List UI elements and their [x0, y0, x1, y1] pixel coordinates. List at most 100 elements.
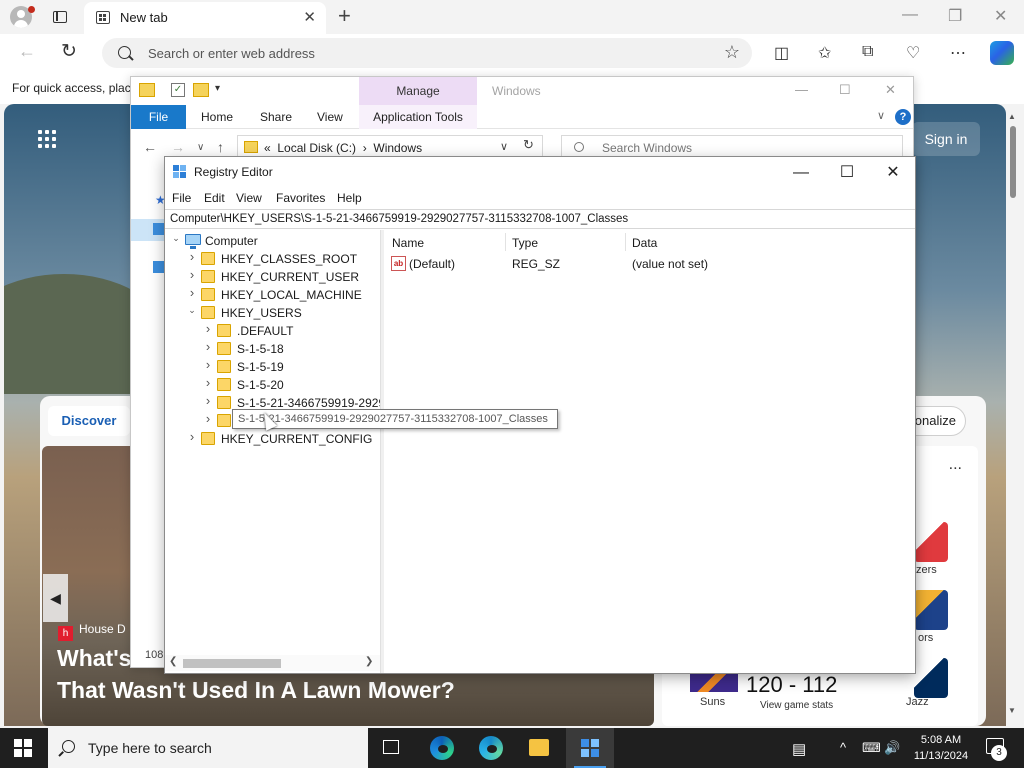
close-button[interactable]: ✕: [871, 161, 915, 185]
restore-button[interactable]: ❐: [948, 6, 962, 26]
tree-node[interactable]: › .DEFAULT: [165, 321, 380, 340]
registry-values-list[interactable]: Name Type Data ab (Default) REG_SZ (valu…: [385, 230, 915, 673]
taskbar-edge-beta[interactable]: [467, 728, 515, 768]
back-arrow-icon[interactable]: ←: [143, 139, 157, 155]
tree-node[interactable]: › S-1-5-19: [165, 357, 380, 376]
copilot-icon[interactable]: [990, 41, 1014, 65]
customize-quick-access-icon[interactable]: ▾: [215, 83, 220, 94]
chevron-right-icon[interactable]: ›: [187, 285, 197, 300]
close-button[interactable]: ✕: [885, 82, 896, 98]
tree-node[interactable]: ⌄ HKEY_USERS: [165, 304, 380, 322]
menu-edit[interactable]: Edit: [204, 191, 225, 205]
split-screen-icon[interactable]: ◫: [774, 43, 789, 63]
menu-favorites[interactable]: Favorites: [276, 191, 325, 205]
back-button[interactable]: ←: [18, 41, 36, 62]
chevron-down-icon[interactable]: ∨: [500, 140, 508, 153]
tree-node[interactable]: › HKEY_CURRENT_USER: [165, 267, 380, 286]
new-tab-button[interactable]: +: [338, 3, 351, 29]
chevron-right-icon[interactable]: ›: [187, 429, 197, 444]
tab-home[interactable]: Home: [201, 110, 233, 124]
close-button[interactable]: ✕: [994, 6, 1007, 26]
sign-in-button[interactable]: Sign in: [912, 122, 980, 156]
carousel-prev-icon[interactable]: ◀: [43, 574, 68, 622]
minimize-button[interactable]: —: [779, 161, 823, 185]
menu-file[interactable]: File: [172, 191, 191, 205]
scroll-down-icon[interactable]: ▼: [1008, 706, 1016, 715]
task-view-button[interactable]: [368, 728, 416, 768]
more-icon[interactable]: ⋯: [950, 43, 966, 63]
taskbar-registry-editor[interactable]: [566, 728, 614, 768]
chevron-down-icon[interactable]: ⌄: [187, 305, 197, 316]
favorite-star-icon[interactable]: ☆: [724, 42, 740, 63]
scroll-left-icon[interactable]: ❮: [169, 656, 177, 667]
more-options-icon[interactable]: ...: [949, 456, 962, 474]
chevron-right-icon[interactable]: ›: [203, 321, 213, 336]
tab-new-tab[interactable]: New tab ✕: [84, 2, 326, 34]
help-icon[interactable]: ?: [895, 109, 911, 125]
taskbar-edge[interactable]: [418, 728, 466, 768]
column-divider[interactable]: [505, 233, 506, 251]
close-tab-icon[interactable]: ✕: [303, 8, 316, 26]
chevron-right-icon[interactable]: ›: [203, 411, 213, 426]
tree-node[interactable]: › S-1-5-20: [165, 375, 380, 394]
chevron-right-icon[interactable]: ›: [187, 267, 197, 282]
tree-node[interactable]: › S-1-5-18: [165, 339, 380, 358]
tree-horizontal-scrollbar[interactable]: ❮ ❯: [165, 655, 380, 671]
registry-tree[interactable]: ⌄ Computer › HKEY_CLASSES_ROOT › HKEY_CURRENT…: [165, 230, 381, 673]
clock[interactable]: 5:08 AM 11/13/2024: [906, 732, 976, 764]
chevron-right-icon[interactable]: ›: [187, 249, 197, 264]
new-folder-icon[interactable]: [193, 83, 209, 97]
tree-node[interactable]: › HKEY_LOCAL_MACHINE: [165, 285, 380, 304]
chevron-right-icon[interactable]: ›: [203, 375, 213, 390]
taskbar-file-explorer[interactable]: [515, 728, 563, 768]
tab-application-tools[interactable]: Application Tools: [359, 105, 477, 129]
favorites-icon[interactable]: ✩: [818, 43, 831, 63]
chevron-right-icon[interactable]: ›: [203, 393, 213, 408]
column-header-name[interactable]: Name: [392, 236, 424, 250]
discover-tab[interactable]: Discover: [48, 406, 130, 436]
view-game-stats-link[interactable]: View game stats: [760, 700, 833, 711]
chevron-right-icon[interactable]: ›: [203, 339, 213, 354]
properties-icon[interactable]: ✓: [171, 83, 185, 97]
game-score[interactable]: 120 - 112: [746, 672, 837, 698]
tab-view[interactable]: View: [317, 110, 343, 124]
scroll-thumb[interactable]: [183, 659, 281, 668]
refresh-icon[interactable]: ↻: [523, 137, 534, 153]
show-hidden-icons-icon[interactable]: ^: [840, 740, 846, 755]
maximize-button[interactable]: ☐: [839, 82, 851, 98]
scroll-thumb[interactable]: [1010, 126, 1016, 198]
minimize-button[interactable]: —: [795, 82, 808, 97]
start-button[interactable]: [14, 739, 32, 757]
scroll-up-icon[interactable]: ▲: [1008, 112, 1016, 121]
value-row[interactable]: ab (Default) REG_SZ (value not set): [385, 254, 915, 274]
collections-icon[interactable]: ⧉: [862, 43, 873, 61]
tree-node[interactable]: › HKEY_CLASSES_ROOT: [165, 249, 380, 268]
forward-arrow-icon[interactable]: →: [171, 139, 185, 155]
performance-icon[interactable]: ♡: [906, 43, 920, 63]
expand-ribbon-icon[interactable]: ∨: [877, 109, 885, 122]
column-divider[interactable]: [625, 233, 626, 251]
tab-file[interactable]: File: [131, 105, 186, 129]
apps-launcher-icon[interactable]: [38, 130, 58, 150]
page-scrollbar[interactable]: ▲ ▼: [1006, 112, 1020, 722]
news-widget-icon[interactable]: ▤: [792, 740, 806, 758]
chevron-right-icon[interactable]: ›: [203, 357, 213, 372]
manage-context-tab[interactable]: Manage: [359, 77, 477, 105]
taskbar-search-box[interactable]: Type here to search: [48, 728, 368, 768]
tree-node[interactable]: ⌄ Computer: [165, 232, 380, 250]
menu-help[interactable]: Help: [337, 191, 362, 205]
column-header-data[interactable]: Data: [632, 236, 657, 250]
column-header-type[interactable]: Type: [512, 236, 538, 250]
scroll-right-icon[interactable]: ❯: [365, 656, 373, 667]
address-bar[interactable]: Search or enter web address ☆: [102, 38, 752, 68]
minimize-button[interactable]: —: [902, 6, 918, 24]
maximize-button[interactable]: ☐: [825, 161, 869, 185]
menu-view[interactable]: View: [236, 191, 262, 205]
tab-actions-icon[interactable]: [50, 8, 70, 26]
pane-splitter[interactable]: [381, 230, 384, 673]
tree-node[interactable]: › HKEY_CURRENT_CONFIG: [165, 429, 380, 448]
refresh-button[interactable]: ↻: [61, 40, 77, 63]
volume-icon[interactable]: 🔊: [884, 740, 900, 756]
chevron-down-icon[interactable]: ⌄: [171, 233, 181, 244]
recent-locations-icon[interactable]: ∨: [197, 142, 204, 153]
